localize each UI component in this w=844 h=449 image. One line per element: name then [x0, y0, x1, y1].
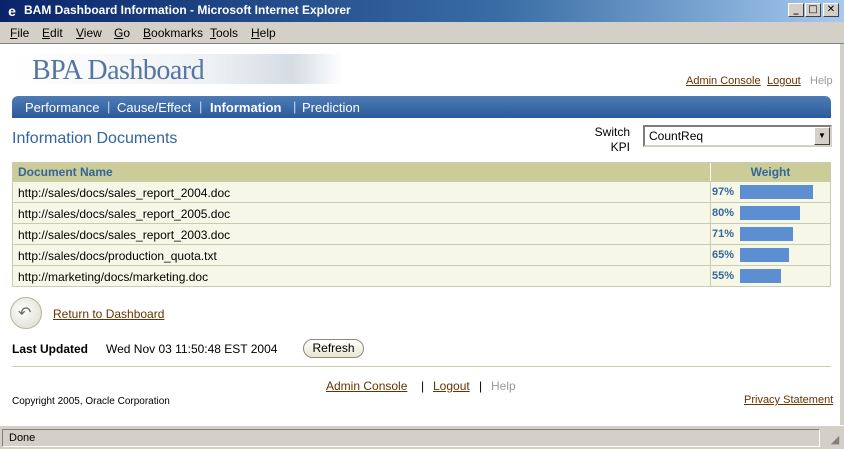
window-title-bar[interactable]: e BAM Dashboard Information - Microsoft …: [0, 0, 844, 22]
document-url: http://sales/docs/sales_report_2005.doc: [18, 207, 231, 221]
return-to-dashboard-link[interactable]: Return to Dashboard: [53, 307, 164, 321]
document-url: http://sales/docs/production_quota.txt: [18, 249, 217, 263]
window-title: BAM Dashboard Information - Microsoft In…: [24, 3, 351, 17]
footer-separator: |: [421, 379, 425, 393]
kpi-label-line1: Switch: [594, 125, 630, 139]
menu-help[interactable]: Help: [251, 26, 276, 40]
help-link[interactable]: Help: [810, 75, 833, 87]
weight-bar: [740, 269, 781, 283]
table-header: Document Name Weight: [13, 163, 830, 181]
app-logo: BPA Dashboard: [32, 55, 205, 86]
admin-console-link[interactable]: Admin Console: [686, 75, 761, 87]
column-header-weight[interactable]: Weight: [710, 163, 830, 181]
privacy-statement-link[interactable]: Privacy Statement: [744, 394, 833, 406]
weight-bar: [740, 185, 813, 199]
weight-bar: [740, 206, 800, 220]
document-url: http://sales/docs/sales_report_2003.doc: [18, 228, 231, 242]
footer-divider: [12, 366, 831, 367]
refresh-button[interactable]: Refresh: [303, 339, 364, 358]
page-title: Information Documents: [12, 130, 178, 147]
weight-percent: 71%: [712, 228, 735, 240]
table-row: http://sales/docs/sales_report_2003.doc 7…: [13, 223, 830, 244]
logout-link[interactable]: Logout: [767, 75, 801, 87]
menu-file[interactable]: File: [10, 26, 29, 40]
menu-bookmarks[interactable]: Bookmarks: [143, 26, 203, 40]
table-row: http://sales/docs/sales_report_2005.doc 8…: [13, 202, 830, 223]
status-bar: Done ◢: [0, 425, 844, 449]
tab-cause-effect[interactable]: Cause/Effect: [117, 100, 191, 115]
tab-separator: |: [107, 99, 111, 114]
document-url: http://sales/docs/sales_report_2004.doc: [18, 186, 231, 200]
weight-cell: 55%: [710, 266, 830, 286]
tab-information[interactable]: Information: [210, 100, 282, 115]
kpi-select[interactable]: CountReq ▼: [643, 125, 832, 147]
maximize-button[interactable]: □: [805, 3, 821, 17]
menu-bar: File Edit View Go Bookmarks Tools Help: [0, 22, 844, 44]
menu-tools[interactable]: Tools: [210, 26, 238, 40]
page-content: BPA Dashboard Admin Console Logout Help …: [0, 44, 840, 425]
weight-percent: 80%: [712, 207, 735, 219]
menu-view[interactable]: View: [76, 26, 102, 40]
tab-bar: Performance | Cause/Effect | Information…: [12, 96, 831, 118]
footer-separator: |: [479, 379, 483, 393]
document-url: http://marketing/docs/marketing.doc: [18, 270, 209, 284]
menu-edit[interactable]: Edit: [42, 26, 63, 40]
last-updated-label: Last Updated: [12, 342, 89, 356]
menu-go[interactable]: Go: [114, 26, 130, 40]
table-row: http://sales/docs/sales_report_2004.doc 9…: [13, 181, 830, 202]
weight-percent: 55%: [712, 270, 735, 282]
tab-prediction[interactable]: Prediction: [302, 100, 360, 115]
weight-cell: 65%: [710, 245, 830, 265]
table-row: http://marketing/docs/marketing.doc 55%: [13, 265, 830, 286]
minimize-button[interactable]: _: [788, 3, 804, 17]
weight-cell: 80%: [710, 203, 830, 223]
weight-cell: 71%: [710, 224, 830, 244]
weight-bar: [740, 227, 793, 241]
documents-table: Document Name Weight http://sales/docs/s…: [12, 162, 831, 287]
tab-separator: |: [293, 99, 297, 114]
footer-admin-console-link[interactable]: Admin Console: [326, 379, 407, 393]
table-row: http://sales/docs/production_quota.txt 65…: [13, 244, 830, 265]
last-updated-value: Wed Nov 03 11:50:48 EST 2004: [106, 342, 278, 356]
footer-logout-link[interactable]: Logout: [433, 379, 470, 393]
page-edge: [840, 44, 844, 425]
resize-grip-icon[interactable]: ◢: [828, 433, 842, 447]
column-header-document[interactable]: Document Name: [18, 165, 113, 179]
status-text: Done: [2, 429, 820, 447]
kpi-label: Switch KPI: [590, 125, 630, 155]
kpi-label-line2: KPI: [610, 140, 630, 154]
chevron-down-icon[interactable]: ▼: [814, 127, 830, 145]
tab-separator: |: [199, 99, 203, 114]
weight-bar: [740, 248, 789, 262]
return-icon[interactable]: ↶: [10, 297, 42, 329]
tab-performance[interactable]: Performance: [25, 100, 99, 115]
close-button[interactable]: ✕: [823, 3, 839, 17]
footer-help-link[interactable]: Help: [491, 379, 516, 393]
internet-explorer-icon: e: [8, 3, 16, 19]
weight-cell: 97%: [710, 182, 830, 202]
weight-percent: 97%: [712, 186, 735, 198]
copyright-text: Copyright 2005, Oracle Corporation: [12, 396, 170, 407]
weight-percent: 65%: [712, 249, 735, 261]
kpi-selected-value: CountReq: [649, 129, 704, 143]
